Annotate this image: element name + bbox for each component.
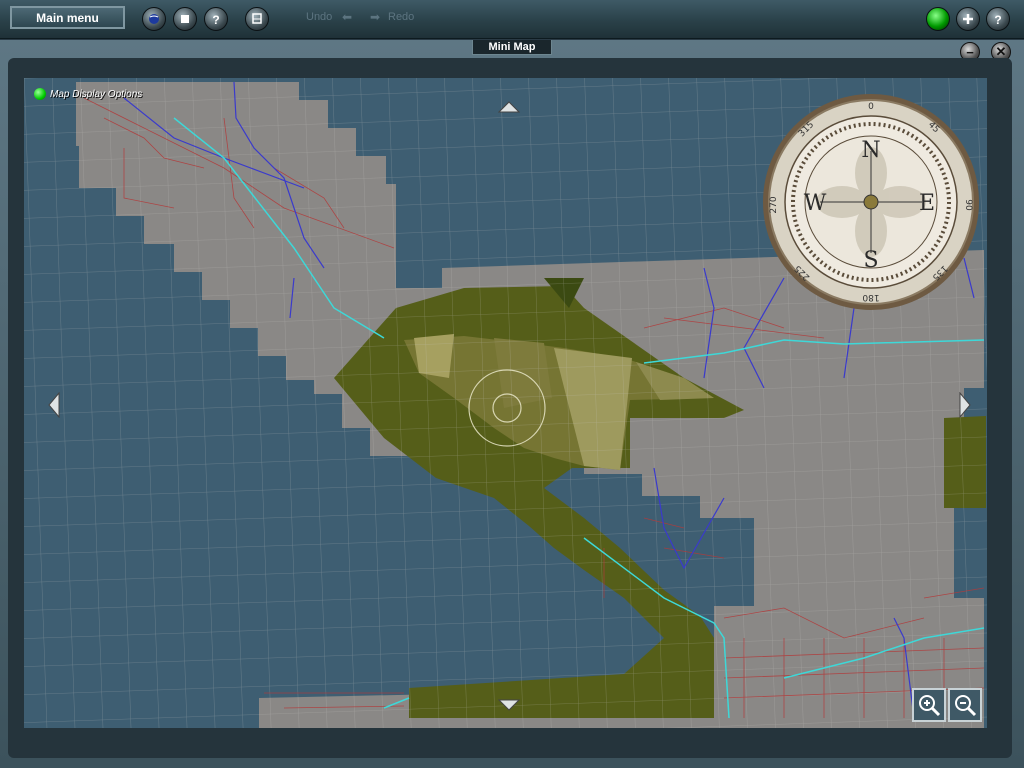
stop-button[interactable] <box>173 7 197 31</box>
stop-icon <box>181 15 189 23</box>
window-title: Mini Map <box>472 40 552 55</box>
redo-button[interactable]: Redo <box>388 11 414 23</box>
compass-east: E <box>919 191 935 216</box>
train-button[interactable] <box>245 7 269 31</box>
zoom-out-icon <box>955 695 977 717</box>
compass-degree-90: 90 <box>963 199 973 211</box>
status-light-button[interactable] <box>926 7 950 31</box>
compass-degree-270: 270 <box>769 196 779 213</box>
compass-south: S <box>863 248 878 273</box>
mini-map-view[interactable]: Map Display Options N E S W 0 45 90 135 … <box>24 78 987 728</box>
question-mark-icon: ? <box>212 13 219 26</box>
help-icon: ? <box>994 13 1001 26</box>
scroll-up-button[interactable] <box>497 100 521 118</box>
map-display-options-label: Map Display Options <box>50 88 143 100</box>
plus-icon <box>963 14 973 24</box>
arrow-right-icon <box>959 391 971 419</box>
map-display-options[interactable]: Map Display Options <box>34 88 142 100</box>
add-button[interactable] <box>956 7 980 31</box>
zoom-in-button[interactable] <box>912 688 946 722</box>
help-button[interactable]: ? <box>986 7 1010 31</box>
compass-west: W <box>804 191 827 216</box>
arrow-left-icon <box>48 391 60 419</box>
compass-north: N <box>861 138 880 163</box>
arrow-up-icon <box>497 101 521 113</box>
svg-text:?: ? <box>212 13 219 26</box>
undo-button[interactable]: Undo <box>306 11 332 23</box>
svg-text:?: ? <box>994 13 1001 26</box>
train-icon <box>252 13 262 24</box>
undo-arrow-icon: ⬅ <box>342 10 353 24</box>
globe-button[interactable] <box>142 7 166 31</box>
redo-arrow-icon: ➡ <box>370 10 381 24</box>
scroll-down-button[interactable] <box>497 698 521 716</box>
zoom-out-button[interactable] <box>948 688 982 722</box>
green-dot-icon <box>34 88 46 100</box>
compass-degree-180: 180 <box>862 292 879 302</box>
question-button[interactable]: ? <box>204 7 228 31</box>
globe-icon <box>149 14 159 24</box>
compass-degree-0: 0 <box>868 102 874 112</box>
zoom-in-icon <box>919 695 941 717</box>
compass: N E S W 0 45 90 135 180 225 270 315 <box>763 94 979 310</box>
arrow-down-icon <box>497 699 521 711</box>
scroll-left-button[interactable] <box>48 391 60 423</box>
scroll-right-button[interactable] <box>959 391 971 423</box>
main-menu-button[interactable]: Main menu <box>10 6 125 29</box>
top-toolbar: Main menu ? Undo ⬅ ➡ Redo ? <box>0 0 1024 39</box>
